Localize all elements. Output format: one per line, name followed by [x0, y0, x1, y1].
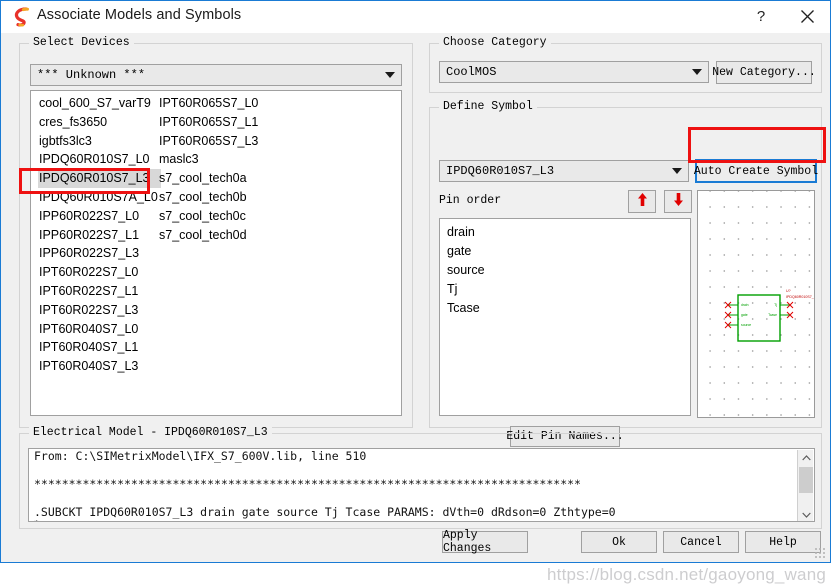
device-list-item[interactable]: IPT60R040S7_L1: [38, 338, 161, 357]
cancel-button[interactable]: Cancel: [663, 531, 739, 553]
symbol-combo-value: IPDQ60R010S7_L3: [446, 164, 555, 178]
model-text-line: *: [29, 519, 814, 521]
define-symbol-label: Define Symbol: [439, 100, 537, 113]
svg-text:gate: gate: [741, 313, 748, 317]
chevron-down-icon[interactable]: [686, 62, 708, 82]
chevron-down-icon[interactable]: [666, 161, 688, 181]
svg-text:Tj: Tj: [774, 303, 777, 307]
device-list-item[interactable]: IPT60R040S7_L3: [38, 357, 161, 376]
device-list-item[interactable]: maslc3: [158, 150, 261, 169]
pin-list-item[interactable]: gate: [440, 242, 690, 261]
define-symbol-group: Define Symbol IPDQ60R010S7_L3 Auto Creat…: [429, 100, 822, 447]
model-scrollbar[interactable]: [797, 450, 814, 521]
arrow-up-icon: [636, 192, 649, 212]
device-list-item[interactable]: IPT60R040S7_L0: [38, 320, 161, 339]
device-filter-value: *** Unknown ***: [37, 68, 146, 82]
device-list[interactable]: cool_600_S7_varT9 cres_fs3650 igbtfs3lc3 IP…: [30, 90, 402, 416]
chevron-down-icon[interactable]: [379, 65, 401, 85]
device-list-column-1: cool_600_S7_varT9 cres_fs3650 igbtfs3lc3 IP…: [38, 94, 161, 376]
electrical-model-label: Electrical Model - IPDQ60R010S7_L3: [29, 426, 272, 439]
pin-list-item[interactable]: Tcase: [440, 299, 690, 318]
device-list-item[interactable]: IPP60R022S7_L3: [38, 244, 161, 263]
titlebar-help-icon[interactable]: ?: [738, 1, 784, 32]
scroll-up-icon[interactable]: [798, 450, 814, 465]
device-list-column-2: IPT60R065S7_L0 IPT60R065S7_L1 IPT60R065S7_…: [158, 94, 261, 244]
pin-order-label: Pin order: [439, 194, 502, 207]
model-text-line: ****************************************…: [34, 477, 581, 491]
pin-list-item[interactable]: Tj: [440, 280, 690, 299]
device-list-item[interactable]: IPT60R022S7_L0: [38, 263, 161, 282]
symbol-preview-panel[interactable]: drain gate source Tj Tcase U? IPDQ60R010…: [697, 190, 815, 418]
model-text-lines: From: C:\SIMetrixModel\IFX_S7_600V.lib, …: [29, 449, 814, 521]
device-list-item[interactable]: cres_fs3650: [38, 113, 161, 132]
ok-button[interactable]: Ok: [581, 531, 657, 553]
close-icon: [800, 9, 815, 24]
category-combo-value: CoolMOS: [446, 65, 497, 79]
device-list-item[interactable]: IPDQ60R010S7_L3: [38, 169, 161, 188]
device-list-item[interactable]: IPDQ60R010S7_L0: [38, 150, 161, 169]
category-combo[interactable]: CoolMOS: [439, 61, 709, 83]
select-devices-group: Select Devices *** Unknown *** cool_600_…: [19, 36, 413, 428]
symbol-graphic: drain gate source Tj Tcase U? IPDQ60R010…: [724, 289, 815, 342]
help-question-icon: ?: [756, 8, 766, 25]
device-list-item[interactable]: IPT60R065S7_L0: [158, 94, 261, 113]
help-button[interactable]: Help: [745, 531, 821, 553]
pin-order-list[interactable]: drain gate source Tj Tcase: [439, 218, 691, 416]
model-text-view[interactable]: From: C:\SIMetrixModel\IFX_S7_600V.lib, …: [28, 448, 815, 522]
device-list-item[interactable]: IPDQ60R010S7A_L0: [38, 188, 161, 207]
device-list-item[interactable]: IPP60R022S7_L0: [38, 207, 161, 226]
dialog-window: Associate Models and Symbols ? Select De…: [0, 0, 831, 584]
device-list-item[interactable]: s7_cool_tech0c: [158, 207, 261, 226]
apply-changes-button[interactable]: Apply Changes: [442, 529, 528, 555]
select-devices-label: Select Devices: [29, 36, 134, 49]
move-pin-up-button[interactable]: [628, 190, 656, 213]
watermark-text: https://blog.csdn.net/gaoyong_wang: [547, 565, 826, 584]
new-category-button[interactable]: New Category...: [712, 61, 816, 84]
svg-text:IPDQ60R010S7_L3: IPDQ60R010S7_L3: [786, 295, 815, 299]
scrollbar-thumb[interactable]: [799, 467, 813, 493]
window-title: Associate Models and Symbols: [37, 7, 242, 23]
device-list-item[interactable]: IPT60R065S7_L1: [158, 113, 261, 132]
device-list-item[interactable]: IPP60R022S7_L1: [38, 226, 161, 245]
arrow-down-icon: [672, 192, 685, 212]
resize-grip[interactable]: [814, 547, 826, 559]
auto-create-symbol-button[interactable]: Auto Create Symbol: [694, 159, 818, 183]
device-list-item[interactable]: s7_cool_tech0b: [158, 188, 261, 207]
device-list-item[interactable]: cool_600_S7_varT9: [38, 94, 161, 113]
device-list-item[interactable]: IPT60R022S7_L1: [38, 282, 161, 301]
pin-list-item[interactable]: source: [440, 261, 690, 280]
choose-category-group: Choose Category CoolMOS New Category...: [429, 36, 822, 93]
symbol-combo[interactable]: IPDQ60R010S7_L3: [439, 160, 689, 182]
svg-text:U?: U?: [786, 289, 791, 293]
dialog-client-area: Select Devices *** Unknown *** cool_600_…: [2, 33, 830, 584]
move-pin-down-button[interactable]: [664, 190, 692, 213]
svg-text:drain: drain: [741, 303, 749, 307]
model-text-line: From: C:\SIMetrixModel\IFX_S7_600V.lib, …: [34, 449, 367, 463]
device-filter-combo[interactable]: *** Unknown ***: [30, 64, 402, 86]
svg-text:Tcase: Tcase: [768, 313, 777, 317]
model-text-line: [29, 491, 814, 505]
model-text-line: .SUBCKT IPDQ60R010S7_L3 drain gate sourc…: [34, 505, 616, 519]
device-list-item[interactable]: s7_cool_tech0a: [158, 169, 261, 188]
device-list-item[interactable]: IPT60R065S7_L3: [158, 132, 261, 151]
title-bar: Associate Models and Symbols ?: [1, 1, 830, 33]
choose-category-label: Choose Category: [439, 36, 551, 49]
pin-list-item[interactable]: drain: [440, 223, 690, 242]
simetrix-s-logo-icon: [11, 7, 33, 27]
device-list-item[interactable]: s7_cool_tech0d: [158, 226, 261, 245]
close-button[interactable]: [784, 1, 830, 32]
device-list-item[interactable]: IPT60R022S7_L3: [38, 301, 161, 320]
electrical-model-group: Electrical Model - IPDQ60R010S7_L3 From:…: [19, 426, 822, 529]
scroll-down-icon[interactable]: [798, 507, 814, 521]
model-text-line: [29, 463, 814, 477]
device-list-item[interactable]: igbtfs3lc3: [38, 132, 161, 151]
svg-text:source: source: [741, 323, 751, 327]
